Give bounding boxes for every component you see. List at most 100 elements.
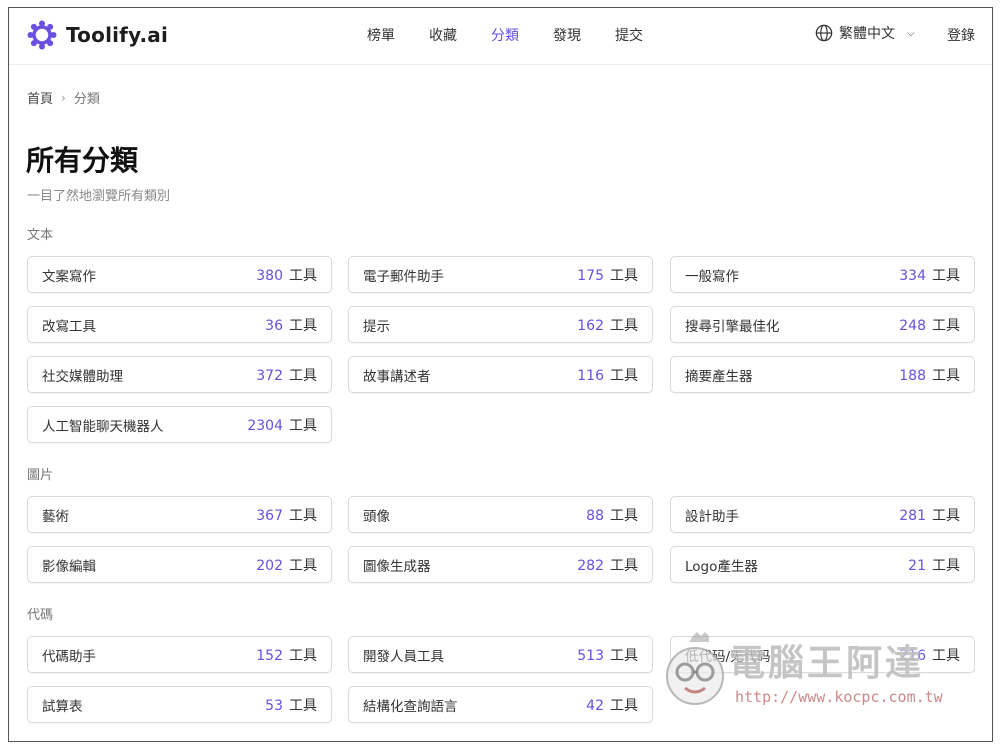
tool-count: 152 工具 [256, 645, 317, 665]
category-name: 人工智能聊天機器人 [42, 418, 164, 435]
breadcrumb-current: 分類 [73, 92, 100, 107]
category-card[interactable]: 摘要產生器 188 工具 [670, 356, 975, 393]
category-card[interactable]: 圖像生成器 282 工具 [348, 546, 653, 583]
section-label: 圖片 [27, 468, 54, 483]
category-card[interactable]: 頭像 88 工具 [348, 496, 653, 533]
page-subtitle: 一目了然地瀏覽所有類別 [27, 189, 171, 204]
tool-count: 36 工具 [265, 315, 317, 335]
tool-count-number: 162 [577, 317, 604, 334]
tool-count-number: 53 [265, 697, 283, 714]
category-name: 影像編輯 [42, 558, 96, 575]
tool-count-unit: 工具 [289, 417, 317, 434]
chevron-down-icon: ⌵ [907, 27, 915, 39]
tool-count-number: 2304 [247, 417, 283, 434]
tool-count: 175 工具 [577, 265, 638, 285]
category-card[interactable]: 人工智能聊天機器人 2304 工具 [27, 406, 332, 443]
nav-item-4[interactable]: 提交 [615, 25, 643, 45]
watermark-url: http://www.kocpc.com.tw [735, 688, 943, 706]
tool-count: 513 工具 [577, 645, 638, 665]
tool-count-number: 202 [256, 557, 283, 574]
tool-count: 21 工具 [908, 555, 960, 575]
tool-count-unit: 工具 [610, 507, 638, 524]
tool-count: 216 工具 [899, 645, 960, 665]
tool-count-unit: 工具 [289, 557, 317, 574]
breadcrumb-home[interactable]: 首頁 [27, 88, 53, 107]
browser-frame: Toolify.ai 榜單 收藏 分類 發現 提交 繁體中文 ⌵ 登錄 首頁 › 分類 … [8, 7, 993, 742]
category-card[interactable]: 結構化查詢語言 42 工具 [348, 686, 653, 723]
section-label: 文本 [27, 228, 54, 243]
tool-count-unit: 工具 [610, 367, 638, 384]
nav-item-3[interactable]: 發現 [553, 25, 581, 45]
tool-count-unit: 工具 [932, 647, 960, 664]
tool-count-unit: 工具 [289, 507, 317, 524]
tool-count: 281 工具 [899, 505, 960, 525]
top-header: Toolify.ai 榜單 收藏 分類 發現 提交 繁體中文 ⌵ 登錄 [9, 8, 992, 65]
tool-count: 248 工具 [899, 315, 960, 335]
tool-count-unit: 工具 [610, 697, 638, 714]
tool-count: 188 工具 [899, 365, 960, 385]
tool-count-unit: 工具 [932, 367, 960, 384]
category-card[interactable]: 代碼助手 152 工具 [27, 636, 332, 673]
tool-count: 367 工具 [256, 505, 317, 525]
category-name: 圖像生成器 [363, 558, 431, 575]
category-card[interactable]: 一般寫作 334 工具 [670, 256, 975, 293]
category-card[interactable]: 電子郵件助手 175 工具 [348, 256, 653, 293]
category-card[interactable]: Logo產生器 21 工具 [670, 546, 975, 583]
tool-count-number: 380 [256, 267, 283, 284]
gear-logo-icon [27, 20, 57, 50]
category-name: 藝術 [42, 508, 69, 525]
tool-count-unit: 工具 [932, 317, 960, 334]
category-card[interactable]: 文案寫作 380 工具 [27, 256, 332, 293]
category-name: 設計助手 [685, 508, 739, 525]
tool-count: 334 工具 [899, 265, 960, 285]
tool-count-number: 248 [899, 317, 926, 334]
category-card[interactable]: 設計助手 281 工具 [670, 496, 975, 533]
section-label: 代碼 [27, 608, 54, 623]
tool-count-number: 281 [899, 507, 926, 524]
category-card[interactable]: 藝術 367 工具 [27, 496, 332, 533]
page-title: 所有分類 [26, 144, 139, 177]
category-card[interactable]: 開發人員工具 513 工具 [348, 636, 653, 673]
nav-item-2[interactable]: 分類 [491, 25, 519, 45]
language-label: 繁體中文 [839, 26, 895, 42]
category-name: 試算表 [42, 698, 83, 715]
category-name: 搜尋引擎最佳化 [685, 318, 780, 335]
tool-count: 380 工具 [256, 265, 317, 285]
tool-count-number: 88 [586, 507, 604, 524]
tool-count: 162 工具 [577, 315, 638, 335]
tool-count-unit: 工具 [610, 267, 638, 284]
tool-count: 372 工具 [256, 365, 317, 385]
tool-count-number: 152 [256, 647, 283, 664]
nav-item-1[interactable]: 收藏 [429, 25, 457, 45]
tool-count-number: 188 [899, 367, 926, 384]
tool-count-unit: 工具 [932, 267, 960, 284]
category-card[interactable]: 搜尋引擎最佳化 248 工具 [670, 306, 975, 343]
nav-item-0[interactable]: 榜單 [367, 25, 395, 45]
tool-count-unit: 工具 [932, 507, 960, 524]
category-card[interactable]: 影像編輯 202 工具 [27, 546, 332, 583]
category-name: 頭像 [363, 508, 390, 525]
category-name: 提示 [363, 318, 390, 335]
logo-text: Toolify.ai [66, 23, 169, 47]
category-card[interactable]: 故事講述者 116 工具 [348, 356, 653, 393]
tool-count-number: 216 [899, 647, 926, 664]
category-card[interactable]: 社交媒體助理 372 工具 [27, 356, 332, 393]
category-card[interactable]: 低代码/无代码 216 工具 [670, 636, 975, 673]
login-link[interactable]: 登錄 [947, 25, 975, 45]
category-card[interactable]: 提示 162 工具 [348, 306, 653, 343]
category-name: 改寫工具 [42, 318, 96, 335]
category-name: 故事講述者 [363, 368, 431, 385]
category-card[interactable]: 改寫工具 36 工具 [27, 306, 332, 343]
category-card[interactable]: 試算表 53 工具 [27, 686, 332, 723]
tool-count-number: 36 [265, 317, 283, 334]
tool-count-unit: 工具 [289, 367, 317, 384]
tool-count-unit: 工具 [932, 557, 960, 574]
site-logo[interactable]: Toolify.ai [26, 19, 168, 51]
tool-count-unit: 工具 [289, 697, 317, 714]
tool-count: 202 工具 [256, 555, 317, 575]
tool-count-unit: 工具 [289, 317, 317, 334]
language-selector[interactable]: 繁體中文 ⌵ [815, 23, 915, 43]
tool-count-unit: 工具 [610, 557, 638, 574]
category-name: 低代码/无代码 [685, 648, 771, 665]
chevron-right-icon: › [61, 90, 66, 105]
